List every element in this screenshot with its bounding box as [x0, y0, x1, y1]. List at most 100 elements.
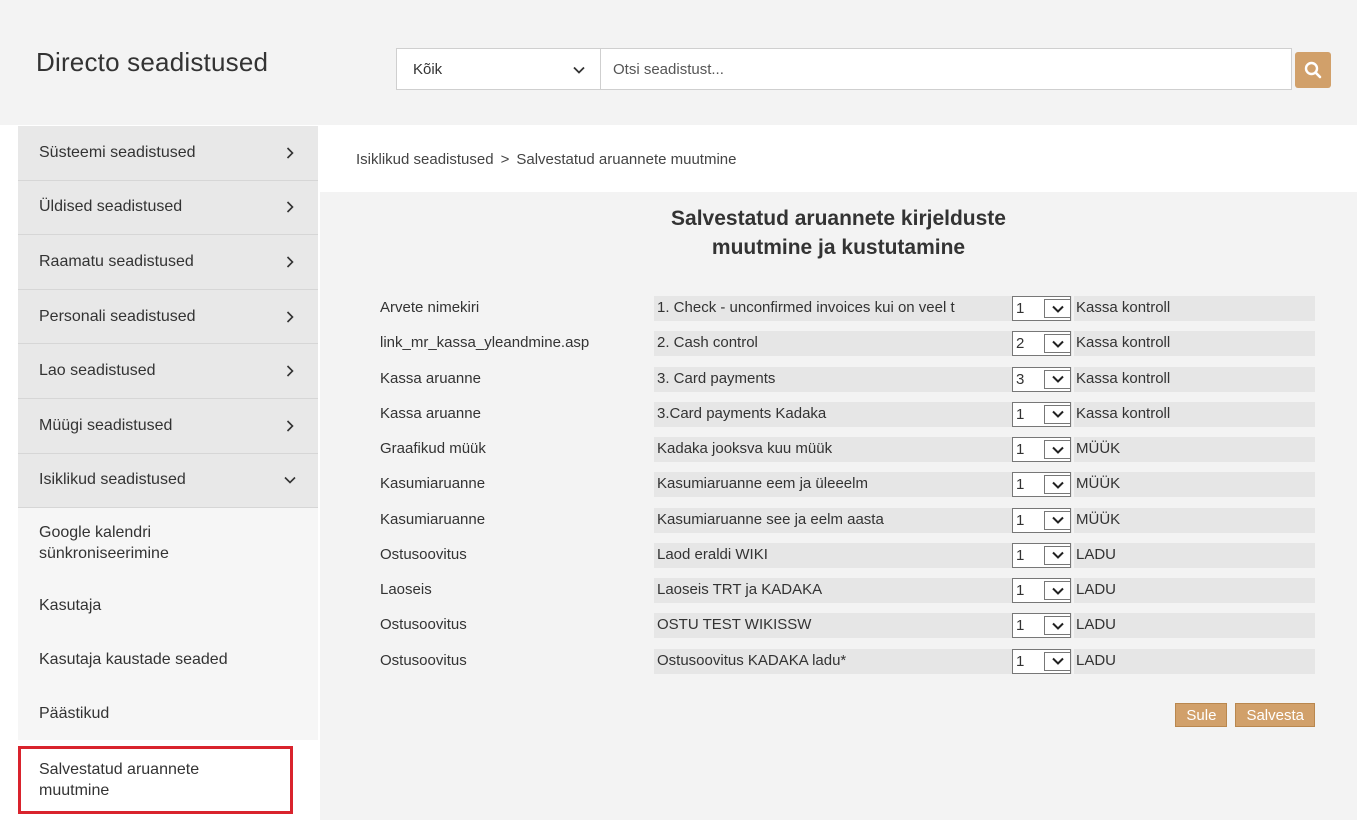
report-group-field[interactable]: MÜÜK	[1074, 507, 1315, 533]
report-name-field[interactable]: 3. Card payments	[654, 366, 1072, 392]
order-select[interactable]: 1	[1012, 578, 1071, 603]
sidebar-item-isiklikud[interactable]: Isiklikud seadistused	[18, 453, 318, 509]
chevron-down-icon	[1051, 340, 1064, 348]
chevron-right-icon	[286, 420, 294, 432]
sidebar-item-label: Müügi seadistused	[39, 416, 173, 434]
table-row: Arvete nimekiri 1. Check - unconfirmed in…	[380, 296, 1315, 321]
report-group-field[interactable]: Kassa kontroll	[1074, 296, 1315, 321]
search-scope-select[interactable]: Kõik	[396, 48, 600, 90]
dropdown-arrow[interactable]	[1044, 299, 1070, 318]
sidebar-item-lao[interactable]: Lao seadistused	[18, 344, 318, 399]
sidebar-subitem-label: Kasutaja	[39, 596, 102, 614]
order-select[interactable]: 3	[1012, 366, 1071, 392]
order-value: 1	[1016, 405, 1025, 423]
report-group-field[interactable]: LADU	[1074, 648, 1315, 674]
report-type: Laoseis	[380, 581, 432, 598]
dropdown-arrow[interactable]	[1044, 440, 1070, 459]
report-group-field[interactable]: Kassa kontroll	[1074, 331, 1315, 357]
report-name-field[interactable]: Laod eraldi WIKI	[654, 542, 1072, 568]
dropdown-arrow[interactable]	[1044, 475, 1070, 495]
save-button[interactable]: Salvesta	[1235, 703, 1315, 727]
sidebar-item-label: Raamatu seadistused	[39, 252, 194, 270]
table-row: Kassa aruanne 3.Card payments Kadaka 1 Kass…	[380, 401, 1315, 427]
chevron-down-icon	[1051, 305, 1064, 313]
order-select[interactable]: 1	[1012, 472, 1071, 498]
search-input[interactable]	[600, 48, 1292, 90]
top-header: Directo seadistused Kõik	[0, 0, 1357, 125]
sidebar-subitem-kasutaja-kaustad[interactable]: Kasutaja kaustade seaded	[18, 632, 318, 686]
report-type: Ostusoovitus	[380, 616, 467, 634]
report-name-field[interactable]: Laoseis TRT ja KADAKA	[654, 578, 1072, 603]
order-select[interactable]: 1	[1012, 401, 1071, 427]
dropdown-arrow[interactable]	[1044, 581, 1070, 600]
table-row: Laoseis Laoseis TRT ja KADAKA 1 LADU	[380, 578, 1315, 603]
order-value: 1	[1016, 546, 1025, 564]
close-button[interactable]: Sule	[1175, 703, 1228, 727]
sidebar-item-uldised[interactable]: Üldised seadistused	[18, 180, 318, 236]
chevron-right-icon	[286, 365, 294, 377]
report-group-field[interactable]: LADU	[1074, 542, 1315, 568]
report-group-field[interactable]: MÜÜK	[1074, 472, 1315, 498]
sidebar-item-muugi[interactable]: Müügi seadistused	[18, 398, 318, 454]
dropdown-arrow[interactable]	[1044, 651, 1070, 671]
sidebar-subitem-google-calendar[interactable]: Google kalendri sünkroniseerimine	[18, 508, 318, 578]
table-row: Ostusoovitus Ostusoovitus KADAKA ladu* 1 LA…	[380, 648, 1315, 674]
dropdown-arrow[interactable]	[1044, 616, 1070, 636]
sidebar-submenu-isiklikud: Google kalendri sünkroniseerimine Kasuta…	[18, 508, 318, 741]
dropdown-arrow[interactable]	[1044, 404, 1070, 424]
order-value: 2	[1016, 335, 1025, 353]
order-select[interactable]: 1	[1012, 613, 1071, 639]
search-scope-value: Kõik	[413, 60, 443, 78]
order-value: 1	[1016, 511, 1025, 529]
report-name-field[interactable]: OSTU TEST WIKISSW	[654, 613, 1072, 639]
report-group-field[interactable]: LADU	[1074, 613, 1315, 639]
chevron-down-icon	[1051, 622, 1064, 630]
report-name-field[interactable]: Kasumiaruanne see ja eelm aasta	[654, 507, 1072, 533]
report-group-field[interactable]: Kassa kontroll	[1074, 401, 1315, 427]
dropdown-arrow[interactable]	[1044, 545, 1070, 565]
report-type: link_mr_kassa_yleandmine.asp	[380, 334, 590, 352]
sidebar-subitem-salvestatud-aruanded[interactable]: Salvestatud aruannete muutmine	[18, 746, 293, 815]
chevron-down-icon	[1051, 375, 1064, 383]
table-row: Ostusoovitus OSTU TEST WIKISSW 1 LADU	[380, 613, 1315, 639]
order-select[interactable]: 1	[1012, 507, 1071, 533]
order-select[interactable]: 1	[1012, 648, 1071, 674]
report-name-field[interactable]: Kasumiaruanne eem ja üleeelm	[654, 472, 1072, 498]
sidebar-item-raamatu[interactable]: Raamatu seadistused	[18, 235, 318, 290]
sidebar-subitem-kasutaja[interactable]: Kasutaja	[18, 578, 318, 632]
chevron-down-icon	[1051, 657, 1064, 665]
order-select[interactable]: 1	[1012, 542, 1071, 568]
search-icon	[1304, 61, 1322, 79]
sidebar-subitem-label: Kasutaja kaustade seaded	[39, 650, 228, 668]
sidebar-item-personali[interactable]: Personali seadistused	[18, 289, 318, 345]
report-type: Graafikud müük	[380, 440, 486, 457]
order-select[interactable]: 1	[1012, 437, 1071, 462]
report-group-field[interactable]: LADU	[1074, 578, 1315, 603]
search-button[interactable]	[1295, 52, 1331, 88]
chevron-right-icon	[286, 201, 294, 213]
chevron-down-icon	[1051, 411, 1064, 419]
report-group-field[interactable]: MÜÜK	[1074, 437, 1315, 462]
dropdown-arrow[interactable]	[1044, 334, 1070, 354]
table-row: Kasumiaruanne Kasumiaruanne see ja eelm a…	[380, 507, 1315, 533]
chevron-down-icon	[1051, 481, 1064, 489]
chevron-down-icon	[1051, 446, 1064, 454]
report-type: Kassa aruanne	[380, 404, 481, 422]
sidebar-subitem-paastikud[interactable]: Päästikud	[18, 686, 318, 740]
sidebar-item-label: Lao seadistused	[39, 362, 156, 380]
chevron-right-icon	[286, 256, 294, 268]
order-select[interactable]: 1	[1012, 296, 1071, 321]
report-name-field[interactable]: 3.Card payments Kadaka	[654, 401, 1072, 427]
order-select[interactable]: 2	[1012, 331, 1071, 357]
breadcrumb-separator: >	[500, 150, 510, 168]
sidebar-item-systeemi[interactable]: Süsteemi seadistused	[18, 126, 318, 181]
report-name-field[interactable]: 2. Cash control	[654, 331, 1072, 357]
report-name-field[interactable]: Ostusoovitus KADAKA ladu*	[654, 648, 1072, 674]
report-name-field[interactable]: 1. Check - unconfirmed invoices kui on v…	[654, 296, 1072, 321]
dropdown-arrow[interactable]	[1044, 369, 1070, 389]
report-name-field[interactable]: Kadaka jooksva kuu müük	[654, 437, 1072, 462]
report-group-field[interactable]: Kassa kontroll	[1074, 366, 1315, 392]
chevron-right-icon	[286, 311, 294, 323]
breadcrumb-parent[interactable]: Isiklikud seadistused	[356, 151, 494, 168]
dropdown-arrow[interactable]	[1044, 510, 1070, 530]
